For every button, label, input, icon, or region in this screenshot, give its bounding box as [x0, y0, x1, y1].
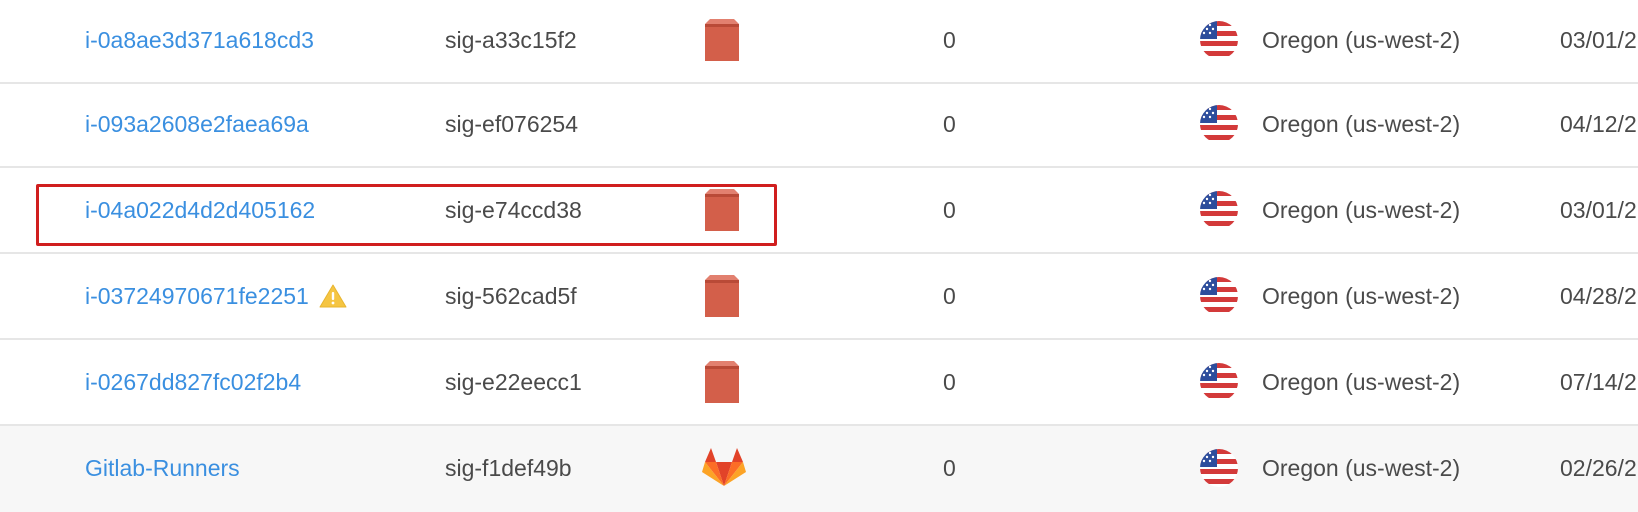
aws-box-icon	[705, 189, 739, 231]
count-cell: 0	[943, 282, 956, 309]
count-cell: 0	[943, 368, 956, 395]
count-cell: 0	[943, 110, 956, 137]
instances-table: i-0a8ae3d371a618cd3 sig-a33c15f2 0 Orego…	[0, 0, 1638, 512]
region-cell: Oregon (us-west-2)	[1262, 110, 1461, 137]
region-cell: Oregon (us-west-2)	[1262, 26, 1461, 53]
region-cell: Oregon (us-west-2)	[1262, 454, 1461, 481]
date-cell: 03/01/2	[1560, 196, 1637, 223]
signature-cell: sig-ef076254	[445, 110, 578, 137]
table-row[interactable]: i-0a8ae3d371a618cd3 sig-a33c15f2 0 Orego…	[0, 0, 1638, 84]
signature-cell: sig-a33c15f2	[445, 26, 577, 53]
us-flag-icon	[1200, 191, 1238, 229]
table-row[interactable]: i-04a022d4d2d405162 sig-e74ccd38 0 Orego…	[0, 168, 1638, 254]
instance-link[interactable]: i-03724970671fe2251	[85, 283, 309, 310]
date-cell: 04/12/2	[1560, 110, 1637, 137]
instance-link[interactable]: i-093a2608e2faea69a	[85, 111, 309, 138]
instance-link[interactable]: i-0a8ae3d371a618cd3	[85, 27, 314, 54]
date-cell: 07/14/2	[1560, 368, 1637, 395]
table-row[interactable]: Gitlab-Runners sig-f1def49b 0 Oregon (us…	[0, 426, 1638, 512]
group-link[interactable]: Gitlab-Runners	[85, 455, 240, 482]
table-row[interactable]: i-03724970671fe2251 sig-562cad5f 0 Orego…	[0, 254, 1638, 340]
us-flag-icon	[1200, 449, 1238, 487]
instance-link[interactable]: i-04a022d4d2d405162	[85, 197, 315, 224]
signature-cell: sig-562cad5f	[445, 282, 577, 309]
table-row[interactable]: i-093a2608e2faea69a sig-ef076254 0 Orego…	[0, 82, 1638, 168]
signature-cell: sig-e22eecc1	[445, 368, 582, 395]
count-cell: 0	[943, 454, 956, 481]
us-flag-icon	[1200, 363, 1238, 401]
gitlab-icon	[702, 448, 746, 486]
warning-icon	[319, 284, 347, 308]
aws-box-icon	[705, 19, 739, 61]
date-cell: 02/26/2	[1560, 454, 1637, 481]
us-flag-icon	[1200, 105, 1238, 143]
signature-cell: sig-f1def49b	[445, 454, 572, 481]
date-cell: 03/01/2	[1560, 26, 1637, 53]
signature-cell: sig-e74ccd38	[445, 196, 582, 223]
date-cell: 04/28/2	[1560, 282, 1637, 309]
us-flag-icon	[1200, 277, 1238, 315]
count-cell: 0	[943, 26, 956, 53]
aws-box-icon	[705, 361, 739, 403]
region-cell: Oregon (us-west-2)	[1262, 368, 1461, 395]
instance-link[interactable]: i-0267dd827fc02f2b4	[85, 369, 301, 396]
us-flag-icon	[1200, 21, 1238, 59]
region-cell: Oregon (us-west-2)	[1262, 196, 1461, 223]
region-cell: Oregon (us-west-2)	[1262, 282, 1461, 309]
aws-box-icon	[705, 275, 739, 317]
table-row[interactable]: i-0267dd827fc02f2b4 sig-e22eecc1 0 Orego…	[0, 340, 1638, 426]
count-cell: 0	[943, 196, 956, 223]
